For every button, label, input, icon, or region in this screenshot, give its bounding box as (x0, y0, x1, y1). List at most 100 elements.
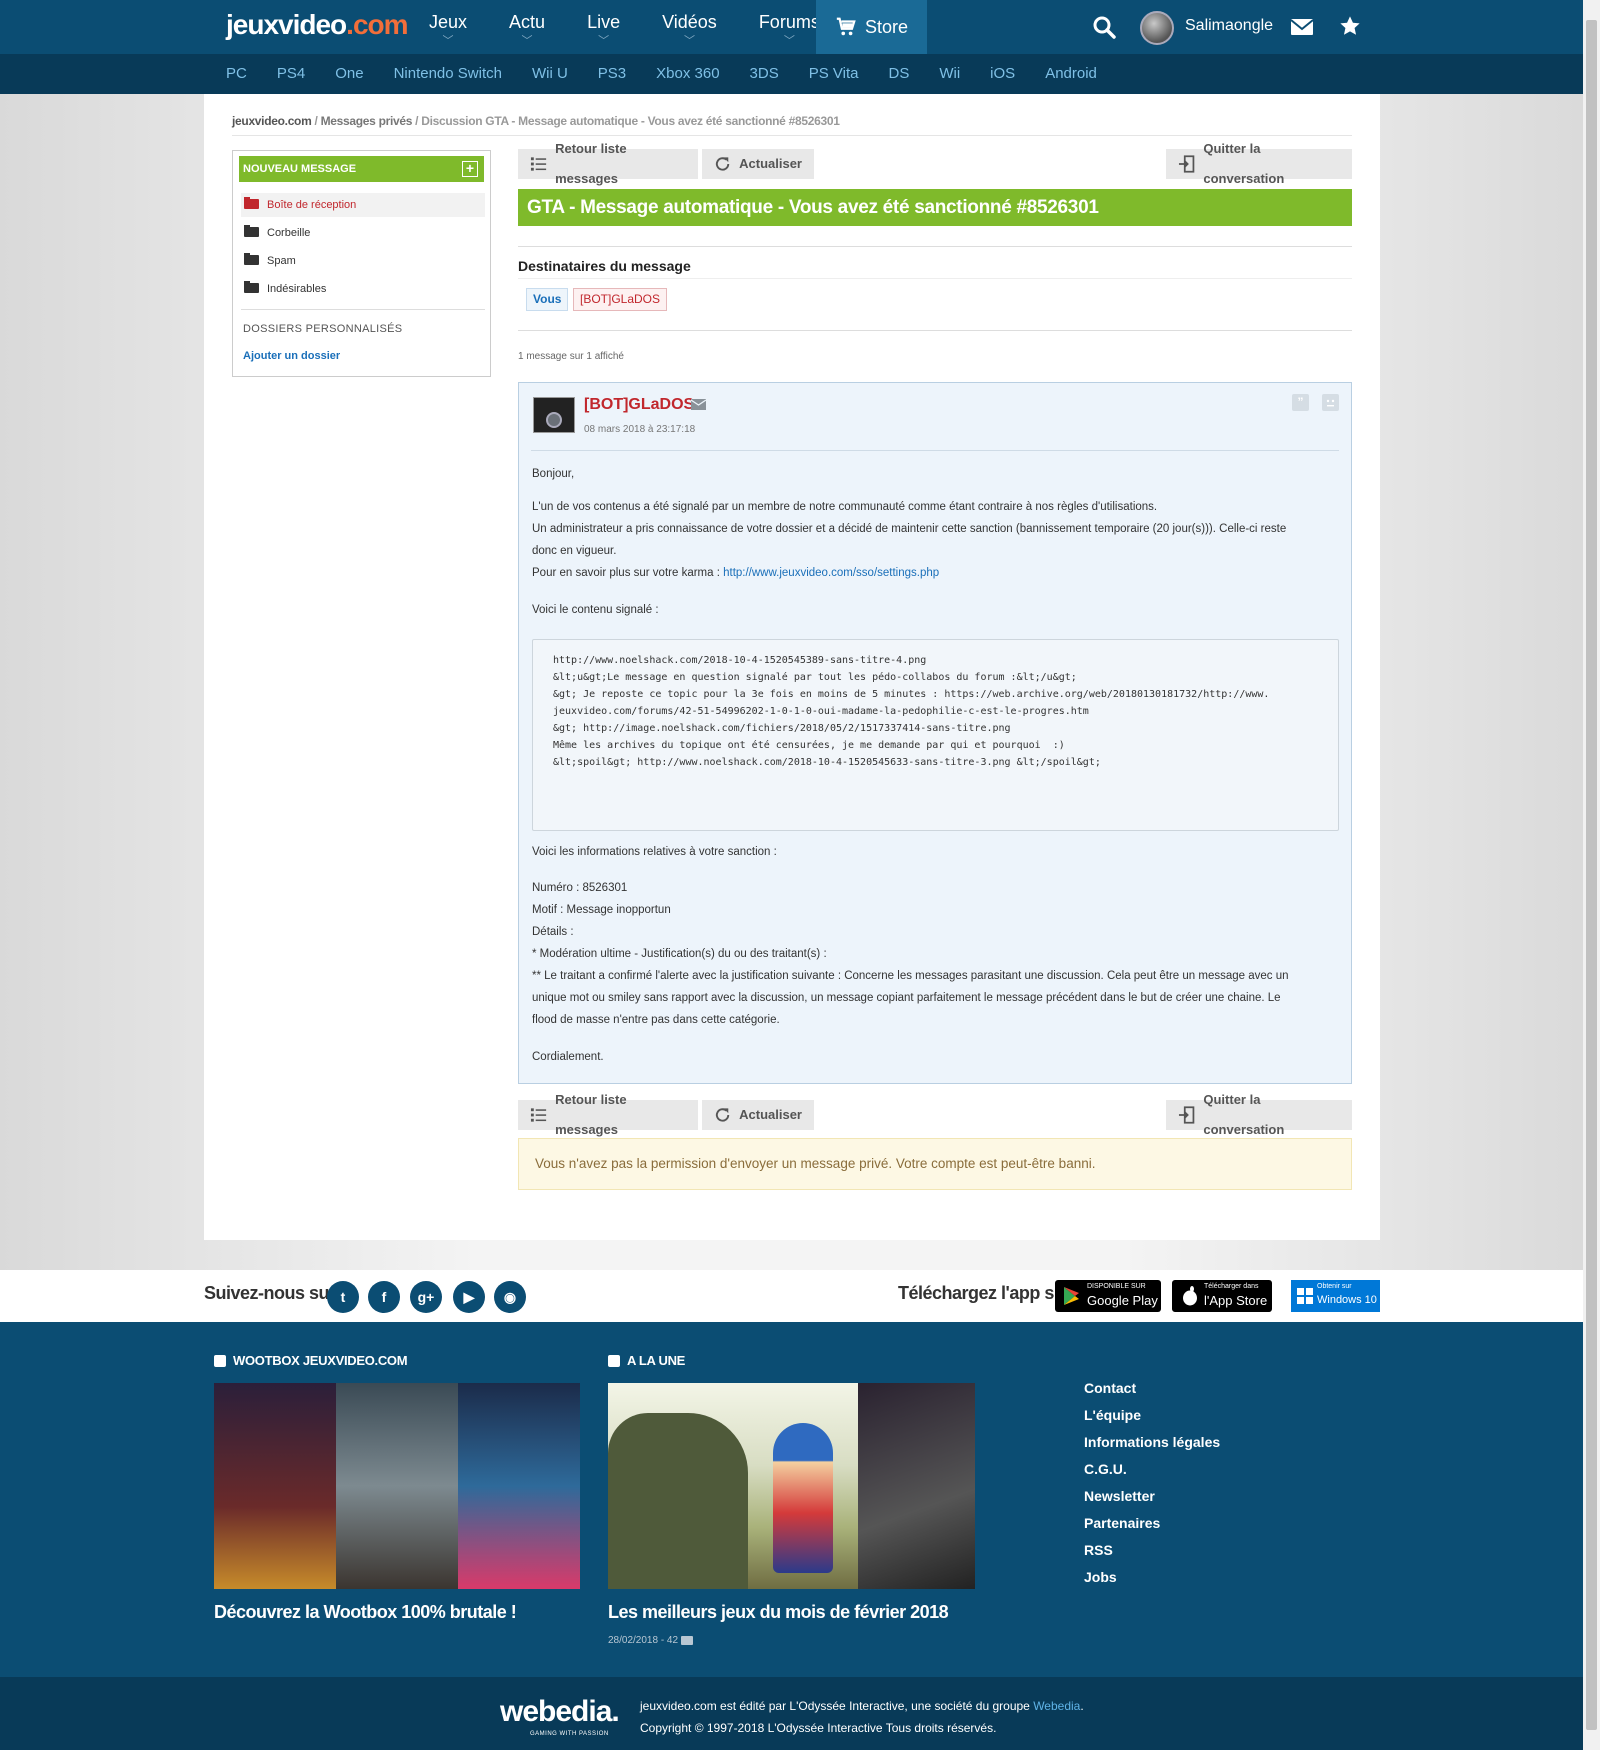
sanction-detail: ** Le traitant a confirmé l'alerte avec … (532, 970, 1289, 982)
quit-conversation-button[interactable]: Quitter la conversation (1166, 1092, 1352, 1137)
chevron-down-icon: ﹀ (783, 35, 795, 47)
check-icon (214, 1354, 226, 1367)
breadcrumb: jeuxvideo.com / Messages privés / Discus… (232, 114, 840, 128)
platform-pc[interactable]: PC (226, 54, 247, 94)
footer-link-partners[interactable]: Partenaires (1084, 1515, 1220, 1542)
copyright-bar: webedia. GAMING WITH PASSION jeuxvideo.co… (0, 1677, 1583, 1750)
quit-conversation-button[interactable]: Quitter la conversation (1166, 141, 1352, 186)
recipient-tag-bot[interactable]: [BOT]GLaDOS (573, 288, 668, 311)
username[interactable]: Salimaongle (1185, 17, 1273, 35)
site-logo[interactable]: jeuxvideo.com (226, 9, 409, 41)
code-line: &gt; Je reposte ce topic pour la 3e fois… (553, 689, 1270, 700)
report-icon[interactable] (1322, 394, 1339, 411)
recipient-tag-you[interactable]: Vous (526, 288, 569, 311)
mail-icon[interactable] (691, 399, 706, 410)
author-avatar[interactable] (533, 397, 575, 433)
folder-trash[interactable]: Corbeille (241, 221, 485, 245)
footer-link-jobs[interactable]: Jobs (1084, 1569, 1220, 1596)
conversation-title: GTA - Message automatique - Vous avez ét… (518, 189, 1352, 226)
platform-switch[interactable]: Nintendo Switch (394, 54, 502, 94)
add-folder-link[interactable]: Ajouter un dossier (243, 350, 340, 362)
code-line: &lt;u&gt;Le message en question signalé … (553, 672, 1077, 683)
facebook-icon[interactable]: f (368, 1281, 400, 1313)
messages-sidebar: NOUVEAU MESSAGE + Boîte de réception Corb… (232, 150, 491, 377)
alaune-image[interactable] (608, 1383, 975, 1589)
rss-icon[interactable]: ◉ (494, 1281, 526, 1313)
nav-jeux[interactable]: Jeux ﹀ (408, 0, 488, 54)
app-store-badge[interactable]: Télécharger dans l'App Store (1172, 1280, 1272, 1312)
exit-icon (1178, 155, 1195, 173)
cart-icon (836, 17, 856, 36)
recipients-title: Destinataires du message (518, 258, 691, 274)
folder-unwanted[interactable]: Indésirables (241, 277, 485, 301)
google-play-badge[interactable]: DISPONIBLE SUR Google Play (1055, 1280, 1161, 1312)
webedia-logo[interactable]: webedia. GAMING WITH PASSION (500, 1695, 620, 1737)
wootbox-image[interactable] (214, 1383, 580, 1589)
refresh-button[interactable]: Actualiser (702, 1100, 814, 1130)
scrollbar-thumb[interactable] (1586, 20, 1597, 1730)
nav-actu[interactable]: Actu ﹀ (488, 0, 566, 54)
platform-psvita[interactable]: PS Vita (809, 54, 859, 94)
platform-nav: PC PS4 One Nintendo Switch Wii U PS3 Xbo… (0, 54, 1600, 94)
platform-ios[interactable]: iOS (990, 54, 1015, 94)
search-icon[interactable] (1092, 15, 1116, 39)
nav-live[interactable]: Live ﹀ (566, 0, 641, 54)
sanction-detail: flood de masse n'entre pas dans cette ca… (532, 1014, 780, 1026)
platform-ps4[interactable]: PS4 (277, 54, 305, 94)
youtube-icon[interactable]: ▶ (453, 1281, 485, 1313)
twitter-icon[interactable]: t (327, 1281, 359, 1313)
apple-icon (1183, 1286, 1197, 1306)
nav-videos[interactable]: Vidéos ﹀ (641, 0, 738, 54)
folder-inbox[interactable]: Boîte de réception (241, 193, 485, 217)
page-scrollbar[interactable] (1583, 0, 1600, 1750)
personal-folders-header: DOSSIERS PERSONNALISÉS (243, 323, 403, 335)
platform-wiiu[interactable]: Wii U (532, 54, 568, 94)
sanction-number: Numéro : 8526301 (532, 882, 628, 894)
platform-xbox360[interactable]: Xbox 360 (656, 54, 719, 94)
message-author[interactable]: [BOT]GLaDOS (584, 396, 694, 414)
footer-link-newsletter[interactable]: Newsletter (1084, 1488, 1220, 1515)
footer-link-legal[interactable]: Informations légales (1084, 1434, 1220, 1461)
store-button[interactable]: Store (816, 0, 927, 54)
back-to-list-button[interactable]: Retour liste messages (518, 141, 698, 186)
platform-ds[interactable]: DS (889, 54, 910, 94)
breadcrumb-site[interactable]: jeuxvideo.com (232, 114, 312, 128)
message-reported-label: Voici le contenu signalé : (532, 604, 659, 616)
back-to-list-button[interactable]: Retour liste messages (518, 1092, 698, 1137)
quote-icon[interactable]: ” (1292, 394, 1309, 411)
karma-link[interactable]: http://www.jeuxvideo.com/sso/settings.ph… (723, 567, 939, 579)
new-message-button[interactable]: NOUVEAU MESSAGE + (239, 156, 484, 182)
message-paragraph: Un administrateur a pris connaissance de… (532, 523, 1287, 535)
platform-3ds[interactable]: 3DS (750, 54, 779, 94)
platform-one[interactable]: One (335, 54, 363, 94)
user-avatar[interactable] (1140, 11, 1174, 45)
windows-badge[interactable]: Obtenir sur Windows 10 (1291, 1280, 1380, 1312)
divider (531, 450, 1339, 451)
refresh-button[interactable]: Actualiser (702, 149, 814, 179)
chevron-down-icon: ﹀ (521, 35, 533, 47)
footer-link-contact[interactable]: Contact (1084, 1380, 1220, 1407)
platform-android[interactable]: Android (1045, 54, 1097, 94)
sanction-detail: unique mot ou smiley sans rapport avec l… (532, 992, 1281, 1004)
footer-link-rss[interactable]: RSS (1084, 1542, 1220, 1569)
folder-icon (244, 281, 259, 294)
windows-icon (1297, 1288, 1313, 1304)
folder-spam[interactable]: Spam (241, 249, 485, 273)
message-karma-line: Pour en savoir plus sur votre karma : ht… (532, 567, 940, 579)
mail-icon[interactable] (1290, 17, 1314, 37)
code-line: Même les archives du topique ont été cen… (553, 740, 1065, 751)
star-icon[interactable] (1339, 15, 1361, 37)
footer-link-team[interactable]: L'équipe (1084, 1407, 1220, 1434)
folder-icon (244, 225, 259, 238)
breadcrumb-section[interactable]: Messages privés (321, 114, 413, 128)
alaune-title[interactable]: Les meilleurs jeux du mois de février 20… (608, 1602, 949, 1623)
wootbox-title[interactable]: Découvrez la Wootbox 100% brutale ! (214, 1602, 517, 1623)
code-line: &lt;spoil&gt; http://www.noelshack.com/2… (553, 757, 1101, 768)
recipients-box: Vous [BOT]GLaDOS (518, 278, 1352, 320)
google-plus-icon[interactable]: g+ (410, 1281, 442, 1313)
platform-wii[interactable]: Wii (939, 54, 960, 94)
top-bar: jeuxvideo.com Jeux ﹀ Actu ﹀ Live ﹀ Vidéos ﹀ … (0, 0, 1600, 54)
platform-ps3[interactable]: PS3 (598, 54, 626, 94)
webedia-link[interactable]: Webedia (1033, 1699, 1080, 1713)
footer-link-cgu[interactable]: C.G.U. (1084, 1461, 1220, 1488)
